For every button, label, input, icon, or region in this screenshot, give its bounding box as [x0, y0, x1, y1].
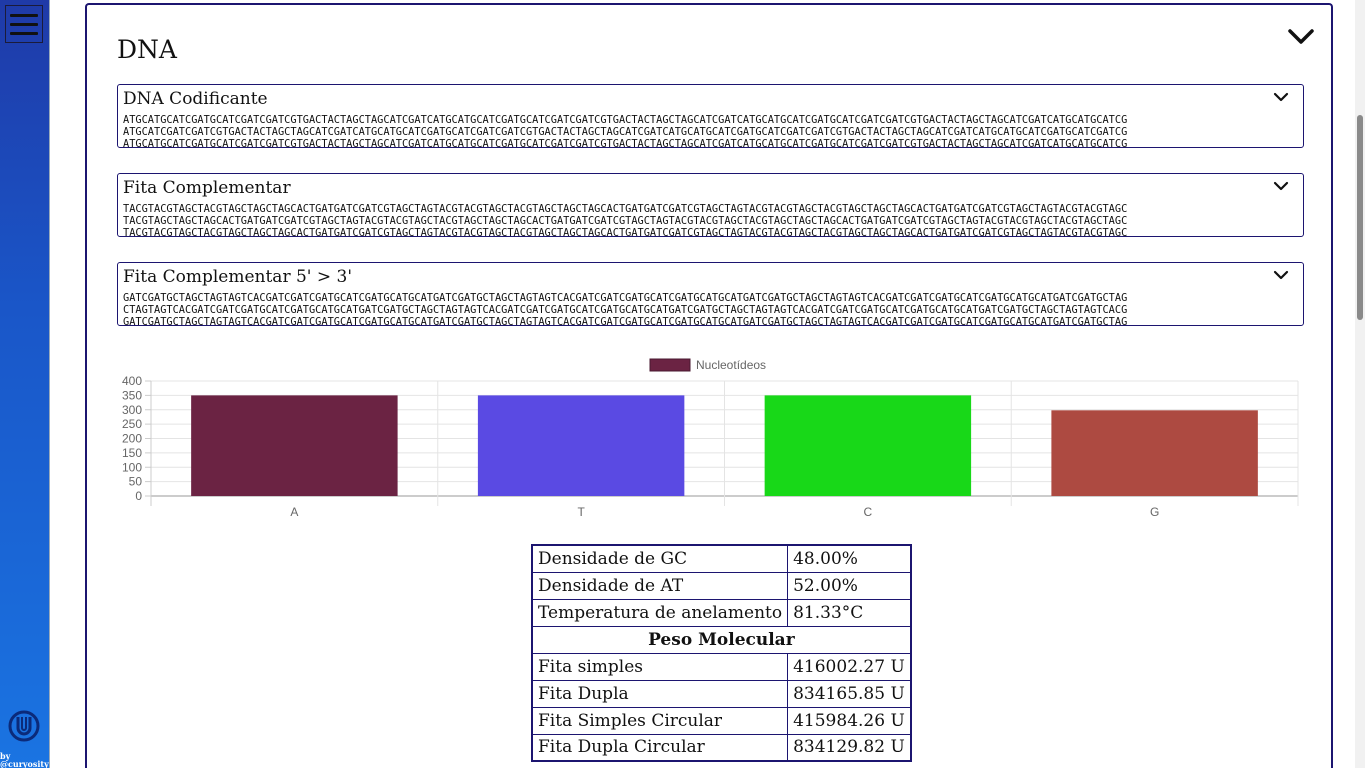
y-tick-label: 50	[129, 475, 143, 489]
stats-table: Densidade de GC 48.00% Densidade de AT 5…	[531, 544, 912, 762]
bar-a	[191, 395, 398, 496]
table-row: Fita Dupla Circular 834129.82 U	[531, 733, 912, 762]
x-tick-label: T	[577, 505, 585, 519]
annealing-temp-value: 81.33°C	[787, 598, 912, 627]
sequence-line: TACGTACGTAGCTACGTAGCTAGCTAGCACTGATGATCGA…	[123, 227, 1128, 237]
sequence-line: TACGTAGCTAGCTAGCACTGATGATCGATCGTAGCTAGTA…	[123, 215, 1128, 227]
single-strand-label: Fita simples	[531, 652, 789, 681]
credit-handle: @curyosity	[0, 759, 49, 768]
sequence-line: ATGCATGCATCGATGCATCGATCGATCGTGACTACTAGCT…	[123, 114, 1128, 126]
scrollbar-thumb[interactable]	[1357, 115, 1363, 320]
molecular-weight-header: Peso Molecular	[531, 625, 912, 654]
complementary-strand-sequence: TACGTACGTAGCTACGTAGCTAGCTAGCACTGATGATCGA…	[123, 203, 1293, 237]
complementary-strand-5-3-title: Fita Complementar 5' > 3'	[123, 267, 353, 287]
double-circular-label: Fita Dupla Circular	[531, 733, 789, 762]
single-strand-value: 416002.27 U	[787, 652, 912, 681]
single-circular-label: Fita Simples Circular	[531, 706, 789, 735]
menu-bar	[10, 13, 38, 17]
y-tick-label: 350	[122, 388, 142, 402]
nucleotide-bar-chart: Nucleotídeos 400350300250200150100500 A T C G	[122, 358, 1299, 519]
chevron-down-icon[interactable]	[1273, 91, 1289, 103]
coding-dna-title: DNA Codificante	[123, 89, 268, 109]
sequence-line: ATGCATGCATCGATGCATCGATCGATCGTGACTACTAGCT…	[123, 138, 1128, 148]
sequence-line: TACGTACGTAGCTACGTAGCTAGCTAGCACTGATGATCGA…	[123, 203, 1128, 215]
legend-swatch	[649, 358, 691, 372]
coding-dna-panel[interactable]: DNA Codificante ATGCATGCATCGATGCATCGATCG…	[117, 84, 1304, 148]
double-strand-label: Fita Dupla	[531, 679, 789, 708]
y-tick-label: 0	[135, 489, 142, 503]
at-density-value: 52.00%	[787, 571, 912, 600]
chevron-down-icon[interactable]	[1273, 180, 1289, 192]
y-tick-label: 200	[122, 432, 142, 446]
sidebar: by @curyosity	[0, 0, 50, 768]
menu-bar	[10, 31, 38, 35]
single-circular-value: 415984.26 U	[787, 706, 912, 735]
coding-dna-sequence: ATGCATGCATCGATGCATCGATCGATCGTGACTACTAGCT…	[123, 114, 1293, 148]
sequence-line: GATCGATGCTAGCTAGTAGTCACGATCGATCGATGCATCG…	[123, 316, 1128, 326]
complementary-strand-title: Fita Complementar	[123, 178, 291, 198]
gc-density-value: 48.00%	[787, 544, 912, 573]
y-tick-label: 150	[122, 446, 142, 460]
double-circular-value: 834129.82 U	[787, 733, 912, 762]
page-title: DNA	[117, 35, 177, 64]
scrollbar[interactable]	[1355, 0, 1365, 768]
menu-bar	[10, 22, 38, 26]
double-strand-value: 834165.85 U	[787, 679, 912, 708]
table-row: Temperatura de anelamento 81.33°C	[531, 598, 912, 627]
y-tick-label: 300	[122, 403, 142, 417]
table-row: Peso Molecular	[531, 625, 912, 654]
table-row: Densidade de AT 52.00%	[531, 571, 912, 600]
complementary-strand-panel[interactable]: Fita Complementar TACGTACGTAGCTACGTAGCTA…	[117, 173, 1304, 237]
table-row: Fita Simples Circular 415984.26 U	[531, 706, 912, 735]
gc-density-label: Densidade de GC	[531, 544, 789, 573]
sequence-line: GATCGATGCTAGCTAGTAGTCACGATCGATCGATGCATCG…	[123, 292, 1128, 304]
y-tick-label: 400	[122, 374, 142, 388]
table-row: Fita simples 416002.27 U	[531, 652, 912, 681]
sequence-line: CTAGTAGTCACGATCGATCGATGCATCGATGCATGCATGA…	[123, 304, 1128, 316]
y-tick-label: 250	[122, 417, 142, 431]
bar-t	[477, 395, 685, 496]
sequence-line: ATGCATCGATCGATCGTGACTACTAGCTAGCATCGATCAT…	[123, 126, 1128, 138]
chevron-down-icon[interactable]	[1273, 269, 1289, 281]
credit-text: by @curyosity	[0, 752, 50, 768]
bar-g	[1051, 410, 1258, 496]
chevron-down-icon[interactable]	[1287, 25, 1315, 47]
bar-c	[764, 395, 972, 496]
table-row: Fita Dupla 834165.85 U	[531, 679, 912, 708]
at-density-label: Densidade de AT	[531, 571, 789, 600]
u-logo-icon[interactable]	[8, 710, 40, 742]
x-tick-label: G	[1150, 505, 1159, 519]
x-tick-label: C	[864, 505, 873, 519]
x-tick-label: A	[290, 505, 298, 519]
table-row: Densidade de GC 48.00%	[531, 544, 912, 573]
legend-label: Nucleotídeos	[696, 358, 766, 372]
y-tick-label: 100	[122, 460, 142, 474]
complementary-strand-5-3-sequence: GATCGATGCTAGCTAGTAGTCACGATCGATCGATGCATCG…	[123, 292, 1293, 326]
annealing-temp-label: Temperatura de anelamento	[531, 598, 789, 627]
complementary-strand-5-3-panel[interactable]: Fita Complementar 5' > 3' GATCGATGCTAGCT…	[117, 262, 1304, 326]
hamburger-menu-icon[interactable]	[5, 5, 43, 43]
